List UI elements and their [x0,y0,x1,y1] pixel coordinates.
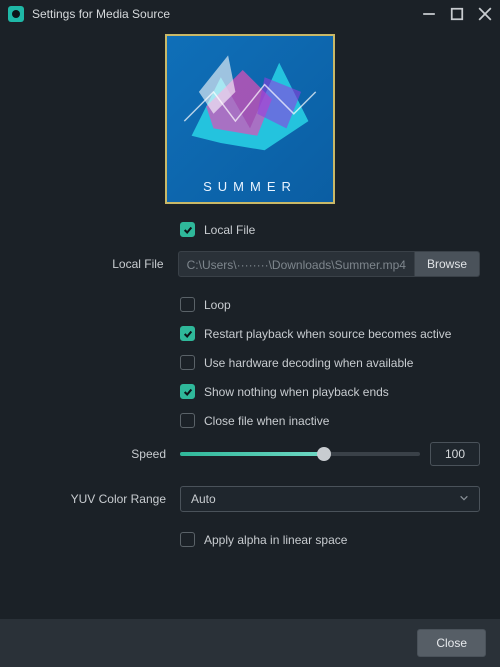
local-file-check-label: Local File [204,223,255,237]
show-nothing-checkbox[interactable] [180,384,195,399]
speed-slider-thumb[interactable] [317,447,331,461]
loop-label: Loop [204,298,231,312]
loop-checkbox[interactable] [180,297,195,312]
media-preview: SUMMER [165,34,335,204]
hw-decode-checkbox[interactable] [180,355,195,370]
yuv-select-value: Auto [191,492,216,506]
yuv-color-range-select[interactable]: Auto [180,486,480,512]
window-title: Settings for Media Source [32,7,422,21]
preview-art [177,46,323,167]
close-button[interactable]: Close [417,629,486,657]
preview-caption: SUMMER [167,179,333,194]
speed-value-input[interactable]: 100 [430,442,480,466]
chevron-down-icon [459,492,469,506]
restart-playback-checkbox[interactable] [180,326,195,341]
speed-slider[interactable] [180,452,420,456]
speed-label: Speed [20,447,180,461]
local-file-label: Local File [20,257,178,271]
apply-alpha-checkbox[interactable] [180,532,195,547]
local-file-checkbox[interactable] [180,222,195,237]
app-icon [8,6,24,22]
yuv-label: YUV Color Range [20,492,180,506]
close-inactive-checkbox[interactable] [180,413,195,428]
speed-slider-fill [180,452,324,456]
footer: Close [0,619,500,667]
minimize-button[interactable] [422,7,436,21]
preview-wrap: SUMMER [20,34,480,204]
restart-playback-label: Restart playback when source becomes act… [204,327,451,341]
apply-alpha-label: Apply alpha in linear space [204,533,347,547]
browse-button[interactable]: Browse [415,251,480,277]
close-inactive-label: Close file when inactive [204,414,329,428]
window-controls [422,7,492,21]
titlebar: Settings for Media Source [0,0,500,28]
maximize-button[interactable] [450,7,464,21]
local-file-path-input[interactable]: C:\Users\········\Downloads\Summer.mp4 [178,251,415,277]
show-nothing-label: Show nothing when playback ends [204,385,389,399]
hw-decode-label: Use hardware decoding when available [204,356,413,370]
close-window-button[interactable] [478,7,492,21]
content-area: SUMMER Local File Local File C:\Users\··… [0,28,500,547]
